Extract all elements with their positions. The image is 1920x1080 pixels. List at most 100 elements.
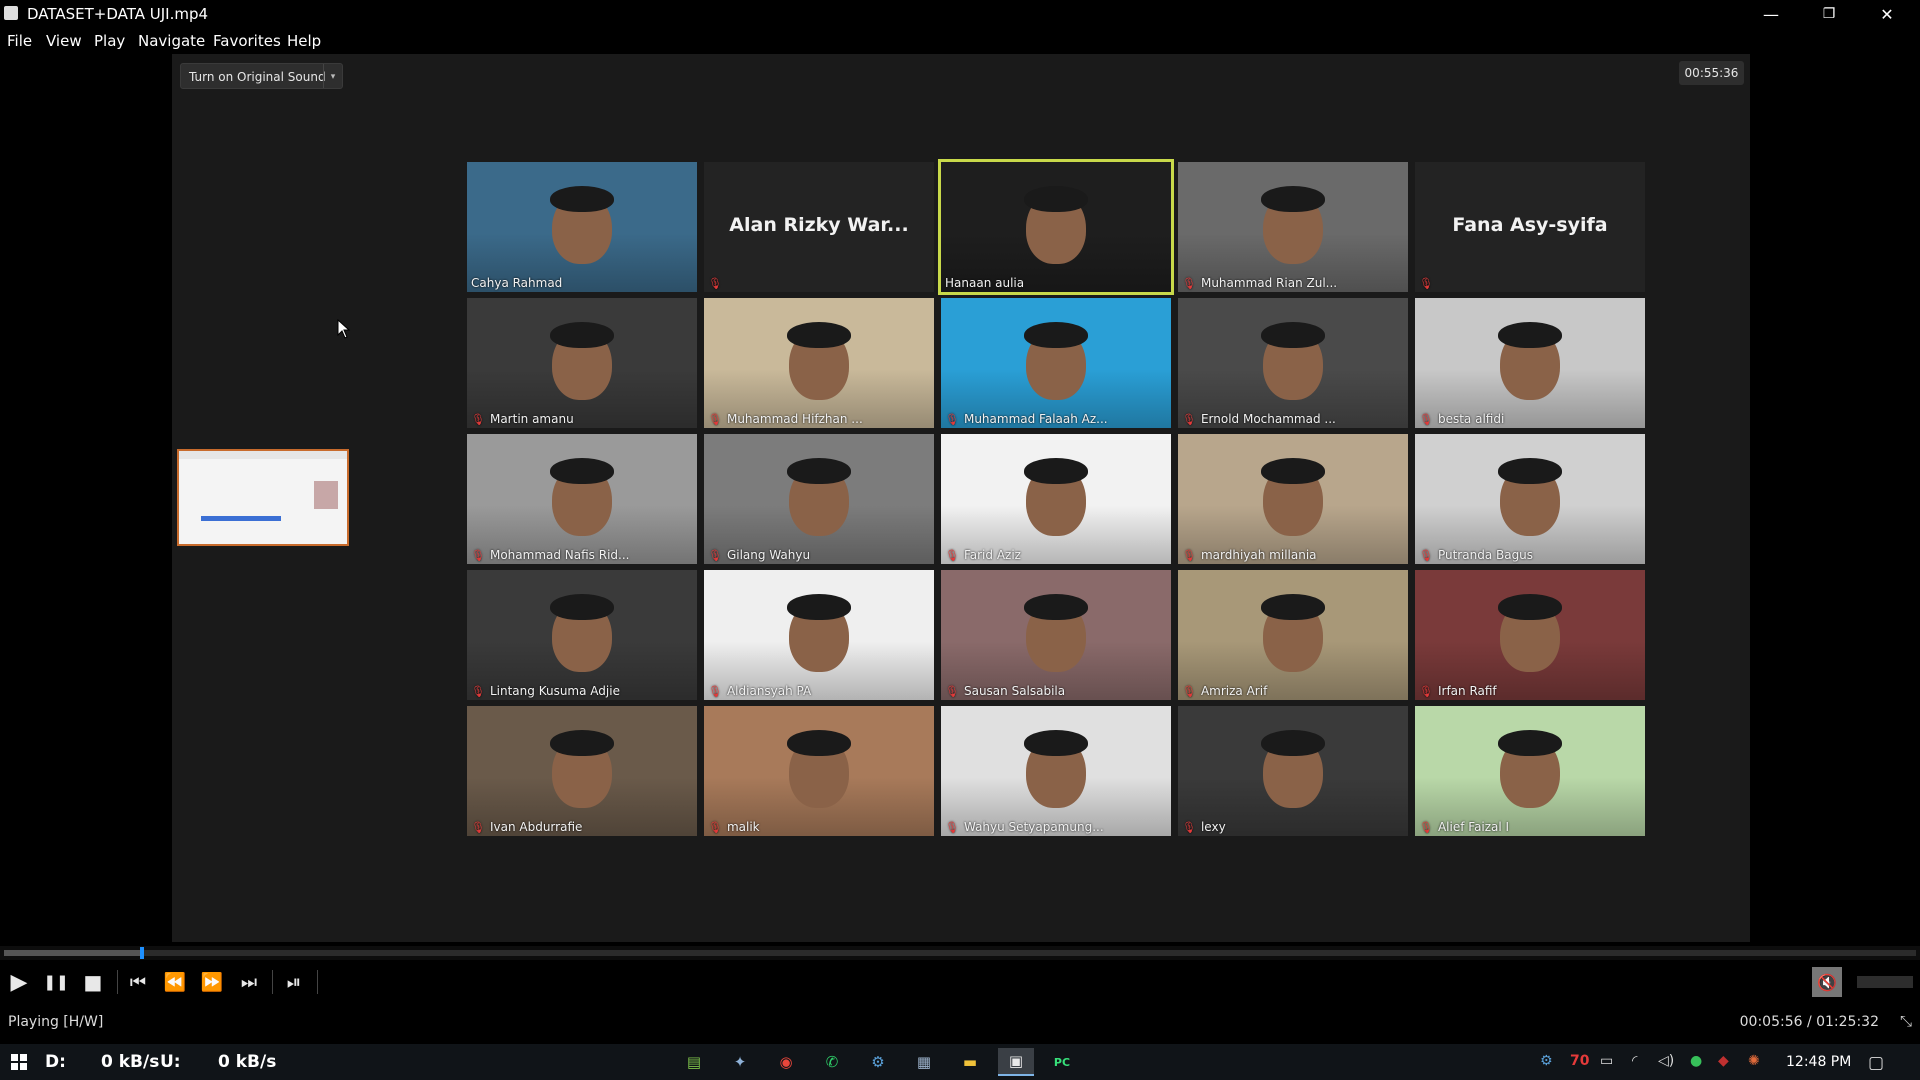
- participant-tile[interactable]: 🎙 besta alfidi: [1415, 298, 1645, 428]
- wifi-icon[interactable]: ◜: [1632, 1053, 1637, 1069]
- previous-icon[interactable]: ⏮: [124, 968, 152, 996]
- participant-tile[interactable]: 🎙 malik: [704, 706, 934, 836]
- participant-name-label: 🎙 Ernold Mochammad ...: [1182, 412, 1336, 426]
- participant-name: Farid Aziz: [963, 548, 1021, 562]
- participant-name: Hanaan aulia: [945, 276, 1025, 290]
- windows-start-icon[interactable]: [11, 1054, 27, 1070]
- menu-play[interactable]: Play: [94, 32, 125, 50]
- participant-hair: [1498, 594, 1562, 620]
- participant-tile[interactable]: 🎙 Alief Faizal I: [1415, 706, 1645, 836]
- muted-mic-icon: 🎙: [1182, 413, 1196, 426]
- participant-name-label: 🎙: [708, 276, 727, 290]
- participant-name-label: 🎙 mardhiyah millania: [1182, 548, 1317, 562]
- whatsapp-icon[interactable]: ✆: [814, 1048, 850, 1076]
- participant-tile[interactable]: Alan Rizky War... 🎙: [704, 162, 934, 292]
- stop-icon[interactable]: ■: [79, 968, 107, 996]
- update-tray-icon[interactable]: ✺: [1748, 1053, 1760, 1069]
- divider: [272, 970, 273, 994]
- thumbnail-progress-bar: [201, 516, 281, 521]
- participant-tile[interactable]: 🎙 Ernold Mochammad ...: [1178, 298, 1408, 428]
- menu-navigate[interactable]: Navigate: [138, 32, 205, 50]
- screen-share-thumbnail[interactable]: [177, 449, 349, 546]
- speaker-icon[interactable]: ◁): [1658, 1053, 1674, 1069]
- menu-favorites[interactable]: Favorites: [213, 32, 281, 50]
- participant-tile[interactable]: 🎙 mardhiyah millania: [1178, 434, 1408, 564]
- minimize-button[interactable]: —: [1742, 0, 1800, 28]
- participant-tile[interactable]: 🎙 Mohammad Nafis Rid...: [467, 434, 697, 564]
- participant-hair: [1024, 186, 1088, 212]
- participant-tile[interactable]: 🎙 Amriza Arif: [1178, 570, 1408, 700]
- participant-tile[interactable]: Hanaan aulia: [938, 159, 1174, 295]
- participant-name-label: 🎙 Putranda Bagus: [1419, 548, 1533, 562]
- meeting-timer: 00:55:36: [1679, 61, 1744, 85]
- status-tray-icon[interactable]: ●: [1690, 1053, 1702, 1069]
- participant-tile[interactable]: 🎙 Ivan Abdurrafie: [467, 706, 697, 836]
- participant-tile[interactable]: 🎙 Aldiansyah PA: [704, 570, 934, 700]
- participant-name: besta alfidi: [1437, 412, 1505, 426]
- participant-tile[interactable]: 🎙 Lintang Kusuma Adjie: [467, 570, 697, 700]
- participant-tile[interactable]: 🎙 Irfan Rafif: [1415, 570, 1645, 700]
- participant-name: mardhiyah millania: [1200, 548, 1317, 562]
- participant-tile[interactable]: Cahya Rahmad: [467, 162, 697, 292]
- participant-tile[interactable]: 🎙 Muhammad Hifzhan ...: [704, 298, 934, 428]
- participant-tile[interactable]: 🎙 Muhammad Falaah Az...: [941, 298, 1171, 428]
- participant-name-label: 🎙 lexy: [1182, 820, 1226, 834]
- muted-mic-icon: 🎙: [1182, 277, 1196, 290]
- participant-name: Martin amanu: [489, 412, 574, 426]
- participant-name: Alief Faizal I: [1437, 820, 1510, 834]
- chrome-icon[interactable]: ◉: [768, 1048, 804, 1076]
- participant-tile[interactable]: 🎙 Gilang Wahyu: [704, 434, 934, 564]
- pycharm-icon[interactable]: PC: [1044, 1048, 1080, 1076]
- seek-bar[interactable]: [0, 946, 1920, 960]
- pause-icon[interactable]: ❚❚: [42, 968, 70, 996]
- play-icon[interactable]: ▶: [5, 968, 33, 996]
- participant-name-label: 🎙 Gilang Wahyu: [708, 548, 810, 562]
- participant-tile[interactable]: 🎙 Martin amanu: [467, 298, 697, 428]
- participant-tile[interactable]: 🎙 Putranda Bagus: [1415, 434, 1645, 564]
- app-tray-icon[interactable]: ◆: [1718, 1053, 1729, 1069]
- fast-forward-icon[interactable]: ⏩: [198, 968, 226, 996]
- participant-name-label: 🎙 Irfan Rafif: [1419, 684, 1497, 698]
- upload-rate: 0 kB/s: [218, 1052, 277, 1072]
- frame-step-icon[interactable]: ⏯: [280, 968, 308, 996]
- menu-file[interactable]: File: [7, 32, 32, 50]
- restore-button[interactable]: ❐: [1800, 0, 1858, 28]
- participant-tile[interactable]: 🎙 Farid Aziz: [941, 434, 1171, 564]
- rewind-icon[interactable]: ⏪: [161, 968, 189, 996]
- participant-tile[interactable]: 🎙 Muhammad Rian Zul...: [1178, 162, 1408, 292]
- muted-mic-icon: 🎙: [1419, 821, 1433, 834]
- volume-slider[interactable]: [1857, 976, 1913, 988]
- muted-mic-icon: 🎙: [1182, 549, 1196, 562]
- menu-view[interactable]: View: [46, 32, 82, 50]
- fullscreen-icon[interactable]: ⤡: [1900, 1012, 1912, 1030]
- battery-icon[interactable]: ▭: [1600, 1053, 1613, 1069]
- photos-icon[interactable]: ▦: [906, 1048, 942, 1076]
- bird-icon[interactable]: ✦: [722, 1048, 758, 1076]
- participant-hair: [1498, 458, 1562, 484]
- seek-thumb[interactable]: [140, 947, 144, 959]
- participant-tile[interactable]: Fana Asy-syifa 🎙: [1415, 162, 1645, 292]
- steam-tray-icon[interactable]: ⚙: [1540, 1053, 1553, 1069]
- notepad-icon[interactable]: ▤: [676, 1048, 712, 1076]
- participant-name: Ivan Abdurrafie: [489, 820, 583, 834]
- participant-tile[interactable]: 🎙 Wahyu Setyapamung...: [941, 706, 1171, 836]
- participant-tile[interactable]: 🎙 Sausan Salsabila: [941, 570, 1171, 700]
- menu-help[interactable]: Help: [287, 32, 321, 50]
- close-button[interactable]: ✕: [1858, 0, 1916, 28]
- muted-mic-icon: 🎙: [945, 549, 959, 562]
- seek-track[interactable]: [4, 950, 1916, 956]
- mute-icon[interactable]: 🔇: [1812, 967, 1842, 997]
- original-sound-button[interactable]: Turn on Original Sound ▾: [180, 63, 343, 89]
- muted-mic-icon: 🎙: [1419, 685, 1433, 698]
- participant-display-name: Fana Asy-syifa: [1452, 214, 1608, 236]
- chevron-down-icon[interactable]: ▾: [323, 64, 342, 88]
- steam-icon[interactable]: ⚙: [860, 1048, 896, 1076]
- participant-name-label: 🎙: [1419, 276, 1438, 290]
- explorer-icon[interactable]: ▬: [952, 1048, 988, 1076]
- next-icon[interactable]: ⏭: [235, 968, 263, 996]
- notification-icon[interactable]: ▢: [1868, 1053, 1884, 1073]
- participant-name: Wahyu Setyapamung...: [963, 820, 1104, 834]
- media-player-icon[interactable]: ▣: [998, 1048, 1034, 1076]
- menu-bar: File View Play Navigate Favorites Help: [0, 28, 1920, 54]
- participant-tile[interactable]: 🎙 lexy: [1178, 706, 1408, 836]
